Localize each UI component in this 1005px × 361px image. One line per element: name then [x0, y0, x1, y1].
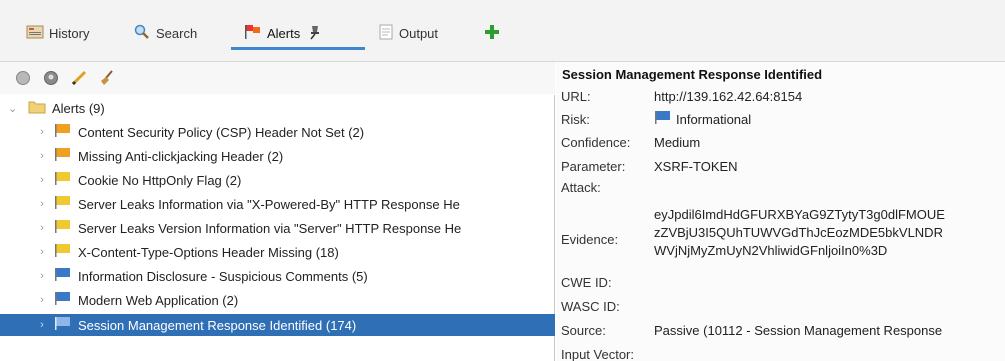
parameter-value: XSRF-TOKEN	[654, 159, 738, 174]
wasc-id-label: WASC ID:	[561, 299, 620, 314]
chevron-right-icon[interactable]: ›	[36, 270, 48, 282]
medium-risk-flag-icon	[54, 147, 72, 165]
low-risk-flag-icon	[54, 195, 72, 213]
tab-history-label: History	[49, 25, 90, 41]
alerts-root[interactable]: ⌄ Alerts (9)	[0, 97, 555, 119]
edit-pencil-icon[interactable]	[70, 69, 88, 87]
chevron-right-icon[interactable]: ›	[36, 246, 48, 258]
alert-item-selected[interactable]: › Session Management Response Identified…	[0, 314, 555, 336]
tab-history[interactable]: History	[26, 22, 89, 44]
alert-item-label: Cookie No HttpOnly Flag (2)	[78, 172, 242, 188]
low-risk-flag-icon	[54, 171, 72, 189]
alerts-flag-icon	[244, 24, 262, 43]
risk-value-text: Informational	[676, 111, 752, 127]
alert-item-label: Session Management Response Identified (…	[78, 317, 357, 333]
alerts-tree: ⌄ Alerts (9) › Content Security Policy (…	[0, 95, 555, 361]
alert-item[interactable]: › Information Disclosure - Suspicious Co…	[0, 265, 555, 287]
evidence-label: Evidence:	[561, 232, 619, 247]
active-tab-indicator	[231, 47, 365, 50]
alert-item[interactable]: › Content Security Policy (CSP) Header N…	[0, 121, 555, 143]
cwe-id-label: CWE ID:	[561, 275, 612, 290]
alert-item-label: Modern Web Application (2)	[78, 292, 239, 308]
tab-output-label: Output	[399, 25, 439, 41]
parameter-label: Parameter:	[561, 159, 626, 174]
pin-icon[interactable]	[305, 24, 323, 43]
chevron-right-icon[interactable]: ›	[36, 222, 48, 234]
chevron-right-icon[interactable]: ›	[36, 198, 48, 210]
chevron-right-icon[interactable]: ›	[36, 126, 48, 138]
alert-item-label: Information Disclosure - Suspicious Comm…	[78, 268, 368, 284]
alert-item[interactable]: › Server Leaks Version Information via "…	[0, 217, 555, 239]
informational-flag-icon	[54, 316, 72, 334]
folder-icon	[28, 99, 46, 117]
grey-circle-dark-icon[interactable]	[42, 69, 60, 87]
url-value[interactable]: http://139.162.42.64:8154	[654, 89, 802, 104]
alert-item-label: Content Security Policy (CSP) Header Not…	[78, 124, 365, 140]
alert-item-label: Server Leaks Information via "X-Powered-…	[78, 196, 460, 212]
tab-search-label: Search	[156, 25, 198, 41]
url-label: URL:	[561, 89, 591, 104]
alert-item[interactable]: › Cookie No HttpOnly Flag (2)	[0, 169, 555, 191]
risk-label: Risk:	[561, 112, 590, 127]
plus-icon	[484, 24, 500, 43]
confidence-value: Medium	[654, 135, 701, 150]
evidence-line: WVjNjMyZmUyN2VhliwidGFnljoiIn0%3D	[654, 243, 888, 258]
tab-alerts-label: Alerts	[267, 25, 301, 41]
tab-bar: History Search Alerts Output	[0, 0, 1005, 62]
evidence-line: zZVBjU3I5QUhTUWVGdThJcEozMDE5bkVLNDR	[654, 225, 943, 240]
alert-item[interactable]: › X-Content-Type-Options Header Missing …	[0, 241, 555, 263]
alert-item-label: X-Content-Type-Options Header Missing (1…	[78, 244, 339, 260]
informational-flag-icon	[654, 110, 672, 128]
chevron-down-icon[interactable]: ⌄	[8, 102, 20, 115]
alerts-root-label: Alerts (9)	[52, 100, 105, 116]
input-vector-label: Input Vector:	[561, 347, 634, 361]
low-risk-flag-icon	[54, 219, 72, 237]
chevron-right-icon[interactable]: ›	[36, 319, 48, 331]
source-value: Passive (10112 - Session Management Resp…	[654, 323, 943, 338]
alert-item[interactable]: › Server Leaks Information via "X-Powere…	[0, 193, 555, 215]
alert-details-panel: Session Management Response Identified U…	[556, 62, 1005, 361]
alerts-toolbar	[0, 62, 555, 94]
informational-flag-icon	[54, 291, 72, 309]
alert-item-label: Server Leaks Version Information via "Se…	[78, 220, 462, 236]
broom-icon[interactable]	[98, 69, 116, 87]
search-icon	[133, 24, 151, 43]
alert-item[interactable]: › Missing Anti-clickjacking Header (2)	[0, 145, 555, 167]
tab-alerts[interactable]: Alerts	[244, 22, 323, 44]
confidence-label: Confidence:	[561, 135, 631, 150]
tab-search[interactable]: Search	[133, 22, 197, 44]
alert-item-label: Missing Anti-clickjacking Header (2)	[78, 148, 284, 164]
tab-output[interactable]: Output	[378, 22, 438, 44]
output-icon	[378, 24, 394, 43]
grey-circle-icon[interactable]	[14, 69, 32, 87]
medium-risk-flag-icon	[54, 123, 72, 141]
history-icon	[26, 24, 44, 43]
source-label: Source:	[561, 323, 606, 338]
low-risk-flag-icon	[54, 243, 72, 261]
informational-flag-icon	[54, 267, 72, 285]
add-tab-button[interactable]	[484, 22, 500, 44]
chevron-right-icon[interactable]: ›	[36, 150, 48, 162]
risk-value: Informational	[654, 110, 751, 128]
alert-item[interactable]: › Modern Web Application (2)	[0, 289, 555, 311]
chevron-right-icon[interactable]: ›	[36, 174, 48, 186]
chevron-right-icon[interactable]: ›	[36, 294, 48, 306]
alert-title: Session Management Response Identified	[562, 67, 823, 82]
evidence-line: eyJpdil6ImdHdGFURXBYaG9ZTytyT3g0dlFMOUE	[654, 207, 945, 222]
attack-label: Attack:	[561, 180, 601, 195]
